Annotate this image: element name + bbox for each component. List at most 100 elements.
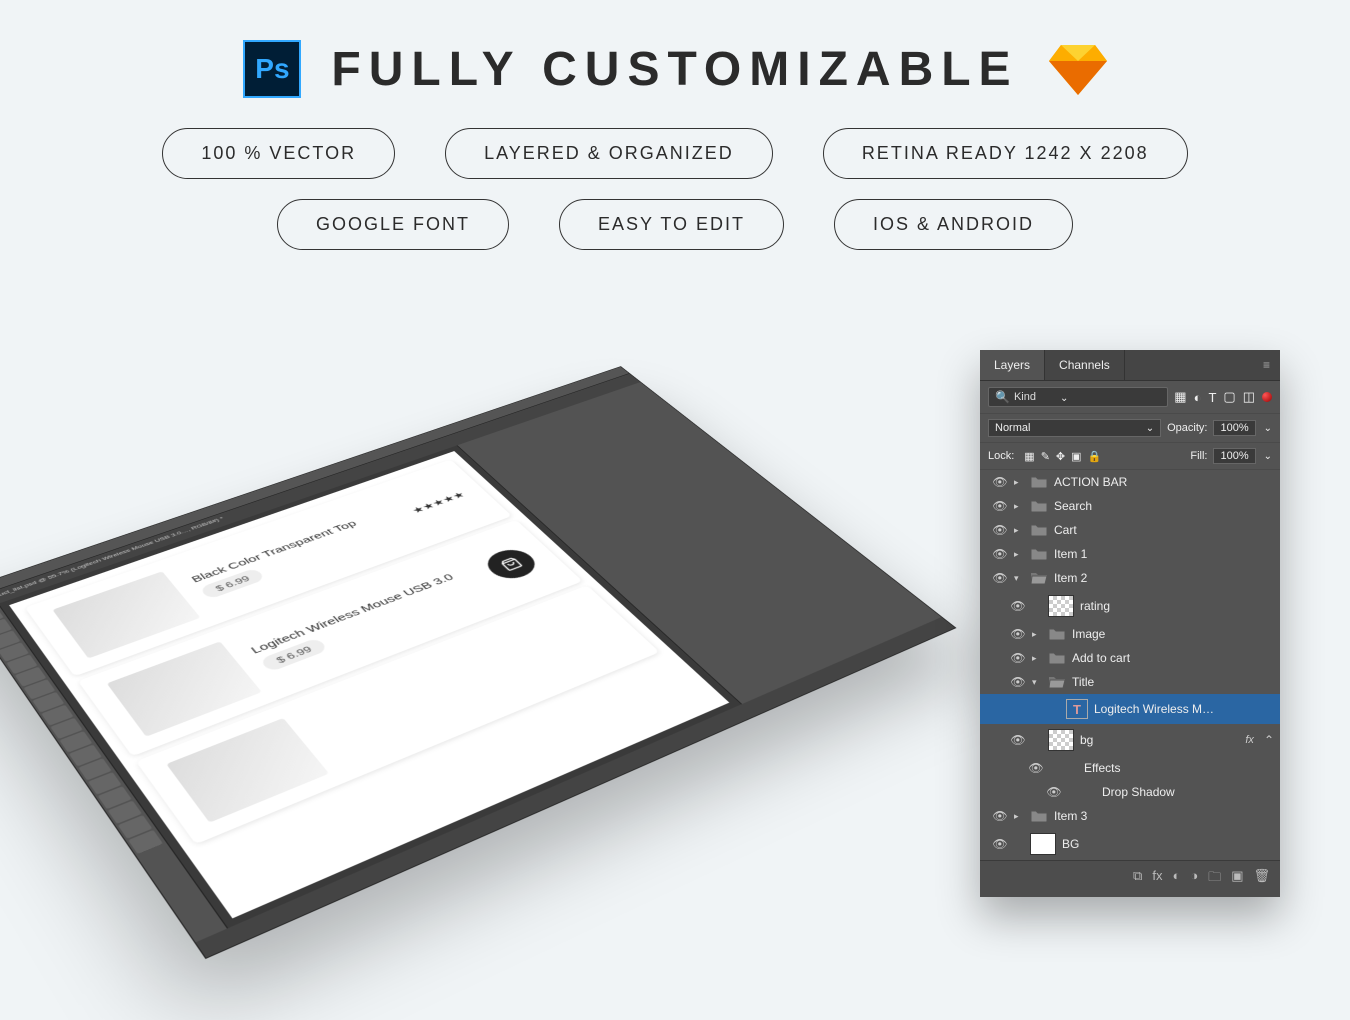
- new-layer-icon[interactable]: ▣: [1231, 868, 1243, 890]
- layer-row[interactable]: 👁 ▸ ACTION BAR: [980, 470, 1280, 494]
- visibility-toggle-icon[interactable]: 👁: [1010, 733, 1026, 747]
- expand-caret-icon[interactable]: ▸: [1014, 549, 1024, 560]
- layer-name[interactable]: Add to cart: [1072, 651, 1274, 665]
- filter-adjustment-icon[interactable]: ◐: [1194, 390, 1202, 405]
- visibility-toggle-icon[interactable]: 👁: [992, 475, 1008, 489]
- layer-name[interactable]: Item 1: [1054, 547, 1274, 561]
- visibility-toggle-icon[interactable]: 👁: [992, 809, 1008, 823]
- layer-row[interactable]: 👁bgfx⌃: [980, 724, 1280, 756]
- visibility-toggle-icon[interactable]: 👁: [992, 571, 1008, 585]
- expand-caret-icon[interactable]: ▸: [1014, 501, 1024, 512]
- layer-row[interactable]: TLogitech Wireless M…: [980, 694, 1280, 724]
- filter-type-icon[interactable]: T: [1208, 390, 1216, 405]
- adjustment-icon[interactable]: ◑: [1190, 868, 1198, 890]
- layer-row[interactable]: 👁 ▸ Image: [980, 622, 1280, 646]
- pill-retina: RETINA READY 1242 X 2208: [823, 128, 1188, 179]
- layer-name[interactable]: Cart: [1054, 523, 1274, 537]
- chevron-down-icon[interactable]: [1262, 450, 1272, 462]
- expand-caret-icon[interactable]: ▸: [1014, 525, 1024, 536]
- visibility-toggle-icon[interactable]: 👁: [1028, 761, 1044, 775]
- layer-name[interactable]: Item 3: [1054, 809, 1274, 823]
- layer-row[interactable]: 👁 BG: [980, 828, 1280, 860]
- layer-name[interactable]: rating: [1080, 599, 1274, 613]
- layer-name[interactable]: Drop Shadow: [1102, 785, 1274, 799]
- fx-icon[interactable]: fx: [1152, 868, 1162, 890]
- lock-label: Lock:: [988, 450, 1014, 462]
- visibility-toggle-icon[interactable]: 👁: [992, 523, 1008, 537]
- pill-font: GOOGLE FONT: [277, 199, 509, 250]
- layer-row[interactable]: 👁 ▸ Search: [980, 494, 1280, 518]
- layer-name[interactable]: Title: [1072, 675, 1274, 689]
- tab-layers[interactable]: Layers: [980, 350, 1045, 380]
- filter-pixel-icon[interactable]: ▦: [1174, 389, 1186, 405]
- layer-row[interactable]: 👁 ▸ Item 3: [980, 804, 1280, 828]
- lock-position-icon[interactable]: ✥: [1056, 450, 1065, 463]
- lock-brush-icon[interactable]: ✎: [1041, 450, 1050, 463]
- expand-caret-icon[interactable]: ▸: [1032, 653, 1042, 664]
- layer-thumbnail: [1030, 833, 1056, 855]
- folder-icon: [1048, 651, 1066, 665]
- layer-name[interactable]: Logitech Wireless M…: [1094, 702, 1274, 716]
- layer-row[interactable]: 👁 ▾ Item 2: [980, 566, 1280, 590]
- product-image: [166, 718, 329, 823]
- folder-icon: [1030, 547, 1048, 561]
- link-layers-icon[interactable]: ⧉: [1133, 868, 1142, 890]
- tab-channels[interactable]: Channels: [1045, 350, 1125, 380]
- folder-icon: [1030, 809, 1048, 823]
- expand-caret-icon[interactable]: ▸: [1014, 811, 1024, 822]
- filter-smart-icon[interactable]: ◫: [1243, 389, 1255, 405]
- layer-row[interactable]: 👁 Drop Shadow: [980, 780, 1280, 804]
- lock-artboard-icon[interactable]: ▣: [1071, 450, 1081, 463]
- filter-kind-input[interactable]: [1014, 391, 1054, 403]
- lock-transparency-icon[interactable]: ▦: [1024, 450, 1034, 463]
- blend-mode-dropdown[interactable]: Normal: [988, 419, 1161, 437]
- group-icon[interactable]: 🗀: [1208, 868, 1221, 890]
- layer-name[interactable]: Search: [1054, 499, 1274, 513]
- fill-value[interactable]: 100%: [1213, 448, 1255, 464]
- layer-row[interactable]: 👁 rating: [980, 590, 1280, 622]
- folder-icon: [1030, 475, 1048, 489]
- visibility-toggle-icon[interactable]: 👁: [1010, 599, 1026, 613]
- visibility-toggle-icon[interactable]: 👁: [992, 499, 1008, 513]
- layer-row[interactable]: 👁 ▾ Title: [980, 670, 1280, 694]
- expand-caret-icon[interactable]: ▾: [1032, 677, 1042, 688]
- layers-panel[interactable]: Layers Channels ≡ 🔍 ▦ ◐ T ▢ ◫ Normal Opa…: [980, 350, 1280, 897]
- lock-all-icon[interactable]: 🔒: [1088, 450, 1102, 463]
- layer-name[interactable]: ACTION BAR: [1054, 475, 1274, 489]
- layer-name[interactable]: Image: [1072, 627, 1274, 641]
- trash-icon[interactable]: 🗑: [1253, 868, 1270, 890]
- layer-row[interactable]: 👁 ▸ Item 1: [980, 542, 1280, 566]
- fx-badge[interactable]: fx: [1245, 734, 1258, 746]
- search-icon: 🔍: [995, 390, 1010, 404]
- visibility-toggle-icon[interactable]: 👁: [1010, 675, 1026, 689]
- filter-toggle-icon[interactable]: [1262, 392, 1272, 402]
- chevron-down-icon: [1058, 390, 1068, 404]
- layer-row[interactable]: 👁 ▸ Cart: [980, 518, 1280, 542]
- visibility-toggle-icon[interactable]: 👁: [1010, 627, 1026, 641]
- visibility-toggle-icon[interactable]: 👁: [992, 837, 1008, 851]
- layer-row[interactable]: 👁 Effects: [980, 756, 1280, 780]
- fill-label: Fill:: [1190, 450, 1207, 462]
- visibility-toggle-icon[interactable]: 👁: [1010, 651, 1026, 665]
- layer-filter-dropdown[interactable]: 🔍: [988, 387, 1168, 407]
- layer-list[interactable]: 👁 ▸ ACTION BAR 👁 ▸ Search 👁 ▸ Cart 👁 ▸ Item 1 👁 ▾ Item…: [980, 470, 1280, 860]
- visibility-toggle-icon[interactable]: 👁: [1046, 785, 1062, 799]
- filter-shape-icon[interactable]: ▢: [1223, 389, 1235, 405]
- folder-icon: [1048, 627, 1066, 641]
- folder-icon: [1030, 499, 1048, 513]
- page-title: FULLY CUSTOMIZABLE: [331, 42, 1018, 97]
- expand-caret-icon[interactable]: ▸: [1032, 629, 1042, 640]
- layer-name[interactable]: Effects: [1084, 761, 1274, 775]
- expand-caret-icon[interactable]: ▸: [1014, 477, 1024, 488]
- layer-name[interactable]: Item 2: [1054, 571, 1274, 585]
- panel-menu-icon[interactable]: ≡: [1253, 350, 1280, 380]
- opacity-value[interactable]: 100%: [1213, 420, 1255, 436]
- chevron-down-icon: [1144, 422, 1154, 434]
- chevron-down-icon[interactable]: [1262, 422, 1272, 434]
- layer-row[interactable]: 👁 ▸ Add to cart: [980, 646, 1280, 670]
- expand-caret-icon[interactable]: ▾: [1014, 573, 1024, 584]
- mask-icon[interactable]: ◐: [1172, 868, 1180, 890]
- layer-name[interactable]: BG: [1062, 837, 1274, 851]
- visibility-toggle-icon[interactable]: 👁: [992, 547, 1008, 561]
- layer-name[interactable]: bg: [1080, 733, 1239, 747]
